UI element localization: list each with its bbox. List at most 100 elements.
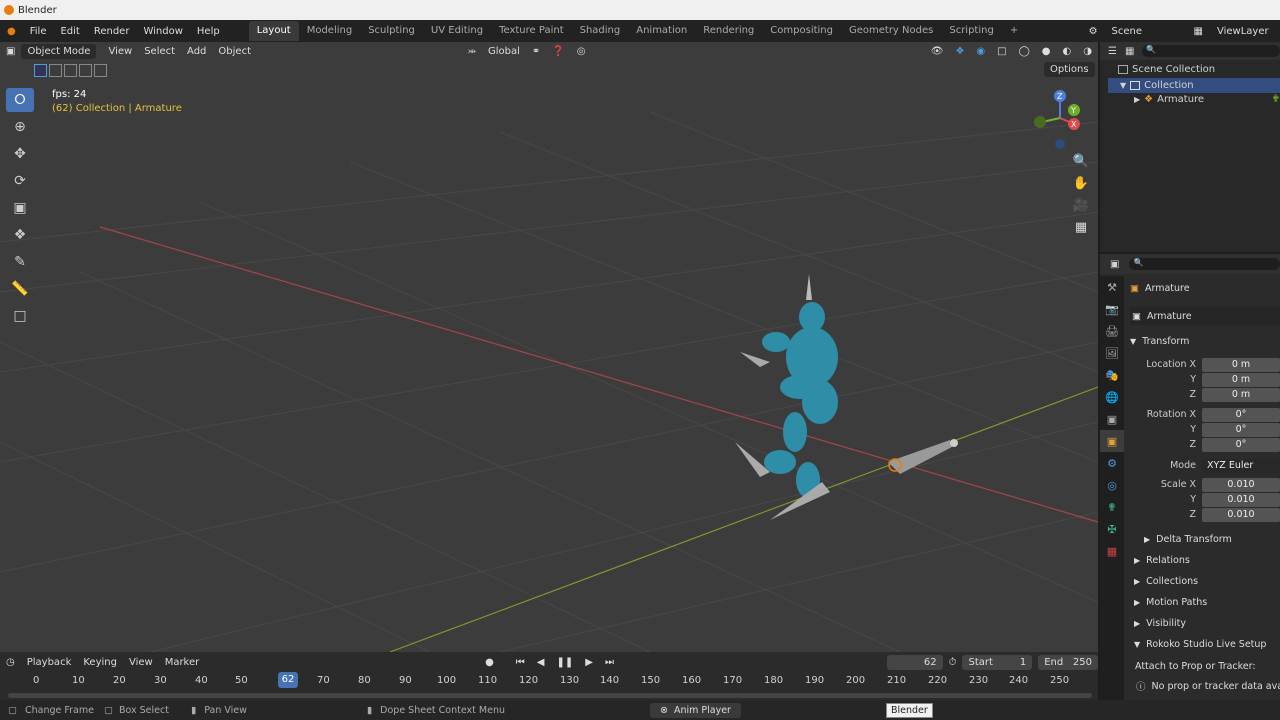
- view-layer-icon[interactable]: ▦: [1187, 26, 1210, 37]
- pan-hand-icon[interactable]: ✋: [1070, 172, 1092, 194]
- location-x-field[interactable]: 0 m: [1202, 357, 1280, 372]
- playback-menu[interactable]: Playback: [21, 657, 78, 668]
- object-name-field[interactable]: ▣ Armature: [1130, 307, 1280, 325]
- rotation-y-field[interactable]: 0°: [1202, 422, 1280, 437]
- cursor-icon[interactable]: ⊕: [6, 115, 34, 139]
- outliner-filter-icon[interactable]: ▦: [1125, 46, 1134, 57]
- move-icon[interactable]: ✥: [6, 142, 34, 166]
- menu-edit[interactable]: Edit: [53, 26, 86, 37]
- armature-data-icon[interactable]: ✟: [1272, 94, 1280, 105]
- select-invert-icon[interactable]: [79, 64, 92, 77]
- view-layer-name[interactable]: ViewLayer: [1210, 26, 1280, 37]
- render-tab-icon[interactable]: 📷: [1100, 298, 1124, 320]
- tab-scripting[interactable]: Scripting: [941, 21, 1001, 41]
- transform-icon[interactable]: ❖: [6, 223, 34, 247]
- modifier-tab-icon[interactable]: ⚙: [1100, 452, 1124, 474]
- visibility-icon[interactable]: 👁: [925, 46, 950, 57]
- select-subtract-icon[interactable]: [64, 64, 77, 77]
- scale-y-field[interactable]: 0.010: [1202, 492, 1280, 507]
- navigation-gizmo[interactable]: Z X Y: [1026, 84, 1096, 154]
- timeline-view-menu[interactable]: View: [123, 657, 159, 668]
- menu-render[interactable]: Render: [87, 26, 137, 37]
- motion-paths-panel[interactable]: ▶ Motion Paths: [1130, 593, 1280, 611]
- timeline-scrollbar[interactable]: [8, 693, 1092, 698]
- viewport-menu-view[interactable]: View: [102, 46, 138, 57]
- outliner-item-scene-collection[interactable]: Scene Collection: [1118, 64, 1215, 75]
- record-keyframe-icon[interactable]: ●: [479, 657, 500, 668]
- outliner-search-icon[interactable]: 🔍: [1142, 45, 1280, 57]
- object-data-tab-icon[interactable]: ✠: [1100, 518, 1124, 540]
- 3d-viewport[interactable]: ▣ Object Mode View Select Add Object ⤕ G…: [0, 42, 1098, 652]
- visibility-panel[interactable]: ▶ Visibility: [1130, 614, 1280, 632]
- select-box-icon[interactable]: ⭘: [6, 88, 34, 112]
- object-mode-dropdown[interactable]: Object Mode: [21, 43, 97, 59]
- properties-search-icon[interactable]: 🔍: [1129, 258, 1280, 270]
- measure-icon[interactable]: 📏: [6, 277, 34, 301]
- scale-x-field[interactable]: 0.010: [1202, 477, 1280, 492]
- viewport-menu-object[interactable]: Object: [212, 46, 257, 57]
- transform-panel-header[interactable]: ▼ Transform: [1130, 332, 1280, 350]
- jump-end-icon[interactable]: ⏭: [599, 657, 620, 668]
- jump-start-icon[interactable]: ⏮: [510, 657, 531, 668]
- annotate-icon[interactable]: ✎: [6, 250, 34, 274]
- shading-rendered-icon[interactable]: ◑: [1077, 46, 1098, 57]
- collections-panel[interactable]: ▶ Collections: [1130, 572, 1280, 590]
- next-keyframe-icon[interactable]: ▶: [579, 657, 599, 668]
- viewport-menu-add[interactable]: Add: [181, 46, 212, 57]
- collection-tab-icon[interactable]: ▣: [1100, 408, 1124, 430]
- constraints-tab-icon[interactable]: ✟: [1100, 496, 1124, 518]
- outliner-item-collection[interactable]: ▼ Collection: [1108, 78, 1280, 93]
- pivot-icon[interactable]: ⚭: [526, 46, 546, 57]
- overlay-toggle-icon[interactable]: ◉: [970, 46, 991, 57]
- scene-tab-icon[interactable]: 🎭: [1100, 364, 1124, 386]
- zoom-icon[interactable]: 🔍: [1070, 150, 1092, 172]
- start-frame-field[interactable]: Start 1: [962, 654, 1033, 670]
- end-frame-field[interactable]: End 250: [1038, 654, 1098, 670]
- gizmo-toggle-icon[interactable]: ❖: [949, 46, 970, 57]
- xray-icon[interactable]: □: [991, 46, 1012, 57]
- outliner-editor-icon[interactable]: ☰: [1108, 46, 1117, 57]
- collapse-arrow-icon[interactable]: ▶: [1134, 95, 1140, 104]
- select-intersect-icon[interactable]: [94, 64, 107, 77]
- rotate-icon[interactable]: ⟳: [6, 169, 34, 193]
- output-tab-icon[interactable]: 🖨: [1100, 320, 1124, 342]
- timeline-ruler[interactable]: 0 10 20 30 40 50 62 70 80 90 100 110 120…: [0, 672, 1098, 690]
- scene-name[interactable]: Scene: [1105, 26, 1187, 37]
- tab-geometry-nodes[interactable]: Geometry Nodes: [841, 21, 941, 41]
- menu-help[interactable]: Help: [190, 26, 227, 37]
- texture-tab-icon[interactable]: ▦: [1100, 540, 1124, 562]
- shading-material-icon[interactable]: ◐: [1057, 46, 1078, 57]
- rotation-x-field[interactable]: 0°: [1202, 407, 1280, 422]
- anim-player-badge[interactable]: ⊗ Anim Player: [649, 702, 741, 718]
- object-datablock-icon[interactable]: ▣: [1132, 311, 1141, 322]
- rotation-mode-dropdown[interactable]: XYZ Euler: [1202, 458, 1280, 473]
- current-frame-field[interactable]: 62: [886, 654, 943, 670]
- view-layer-tab-icon[interactable]: 🖼: [1100, 342, 1124, 364]
- transform-expand-icon[interactable]: ▼: [1130, 337, 1136, 346]
- tab-layout[interactable]: Layout: [248, 21, 299, 41]
- delta-transform-panel[interactable]: ▶ Delta Transform: [1130, 530, 1280, 548]
- tab-uv-editing[interactable]: UV Editing: [423, 21, 491, 41]
- object-tab-icon[interactable]: ▣: [1100, 430, 1124, 452]
- scale-icon[interactable]: ▣: [6, 196, 34, 220]
- viewport-menu-select[interactable]: Select: [138, 46, 181, 57]
- playhead-frame[interactable]: 62: [278, 672, 298, 688]
- keying-menu[interactable]: Keying: [77, 657, 123, 668]
- blender-menu-icon[interactable]: ●: [0, 26, 23, 37]
- menu-window[interactable]: Window: [136, 26, 189, 37]
- prev-keyframe-icon[interactable]: ◀: [531, 657, 551, 668]
- select-extend-icon[interactable]: [49, 64, 62, 77]
- add-cube-icon[interactable]: □: [6, 304, 34, 328]
- relations-panel[interactable]: ▶ Relations: [1130, 551, 1280, 569]
- location-y-field[interactable]: 0 m: [1202, 372, 1280, 387]
- proportional-edit-icon[interactable]: ◎: [571, 46, 592, 57]
- perspective-grid-icon[interactable]: ▦: [1070, 216, 1092, 238]
- orientation-icon[interactable]: ⤕: [462, 46, 482, 57]
- shading-solid-icon[interactable]: ●: [1036, 46, 1057, 57]
- physics-tab-icon[interactable]: ◎: [1100, 474, 1124, 496]
- scale-z-field[interactable]: 0.010: [1202, 507, 1280, 522]
- rokoko-panel-header[interactable]: ▼ Rokoko Studio Live Setup: [1130, 635, 1280, 653]
- menu-file[interactable]: File: [23, 26, 54, 37]
- scene-selector-icon[interactable]: ⚙: [1082, 26, 1105, 37]
- timeline-editor-icon[interactable]: ◷: [0, 657, 21, 668]
